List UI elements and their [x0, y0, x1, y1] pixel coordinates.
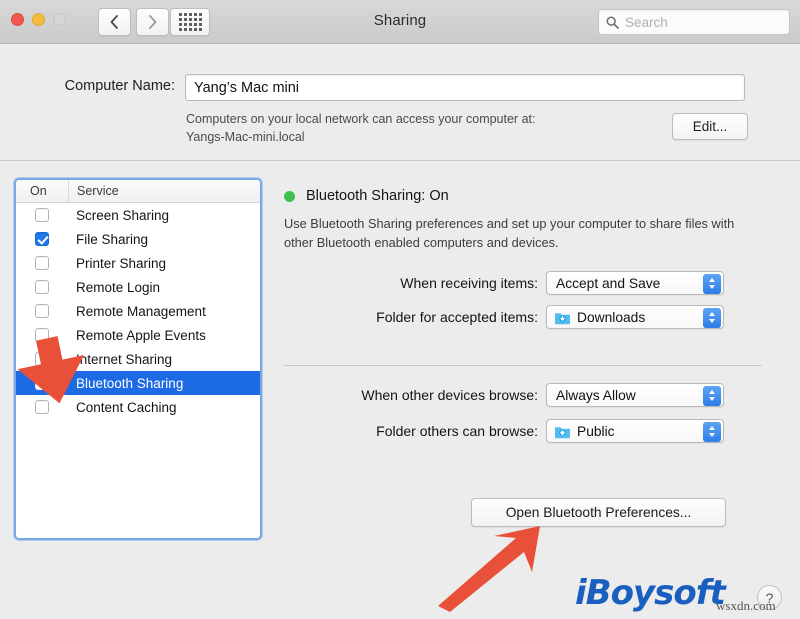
service-row[interactable]: Printer Sharing: [16, 251, 260, 275]
computer-name-help-line2: Yangs-Mac-mini.local: [186, 130, 305, 145]
detail-field-value: Accept and Save: [556, 275, 661, 291]
computer-name-row: Computer Name:: [0, 74, 800, 102]
detail-field-popup[interactable]: Accept and Save: [546, 271, 724, 295]
folder-public-icon: [555, 426, 570, 438]
status-indicator-icon: [284, 190, 295, 202]
checkbox-unchecked-icon[interactable]: [35, 280, 49, 294]
detail-field-value: Public: [577, 423, 615, 439]
detail-field-label: When receiving items:: [400, 275, 538, 291]
detail-field-popup[interactable]: Downloads: [546, 305, 724, 329]
service-status: Bluetooth Sharing: On: [284, 188, 449, 204]
edit-computer-name-button[interactable]: Edit...: [672, 113, 748, 140]
popup-stepper-icon[interactable]: [703, 273, 721, 294]
checkbox-checked-icon[interactable]: [35, 232, 49, 246]
chevron-down-icon: [709, 397, 715, 401]
logo-text-rest: Boysoft: [585, 573, 726, 613]
sharing-preferences-window: Sharing Computer Name: Computers on your…: [0, 0, 800, 619]
search-input[interactable]: [625, 14, 775, 30]
checkbox-unchecked-icon[interactable]: [35, 256, 49, 270]
service-description: Use Bluetooth Sharing preferences and se…: [284, 216, 735, 250]
computer-name-help: Computers on your local network can acce…: [186, 110, 656, 146]
iboysoft-logo: iBoysoft: [575, 573, 726, 613]
column-header-on: On: [30, 184, 47, 198]
column-header-service: Service: [68, 180, 260, 202]
chevron-up-icon: [709, 426, 715, 430]
detail-separator: [284, 365, 762, 366]
chevron-up-icon: [709, 390, 715, 394]
chevron-down-icon: [709, 285, 715, 289]
logo-text-i: i: [575, 573, 587, 613]
chevron-down-icon: [709, 319, 715, 323]
chevron-up-icon: [709, 278, 715, 282]
popup-stepper-icon[interactable]: [703, 421, 721, 442]
service-checkbox-cell[interactable]: [16, 208, 68, 222]
annotation-arrow-to-list: [12, 336, 85, 404]
service-row-label: File Sharing: [76, 231, 149, 247]
service-row[interactable]: Remote Login: [16, 275, 260, 299]
service-row-label: Remote Management: [76, 303, 206, 319]
service-list-header: On Service: [16, 180, 260, 203]
folder-download-icon: [555, 312, 570, 324]
detail-field-label: When other devices browse:: [361, 387, 538, 403]
service-row-label: Remote Login: [76, 279, 161, 295]
popup-stepper-icon[interactable]: [703, 307, 721, 328]
service-row-label: Screen Sharing: [76, 207, 170, 223]
service-checkbox-cell[interactable]: [16, 280, 68, 294]
computer-name-label: Computer Name:: [64, 78, 175, 94]
chevron-up-icon: [709, 312, 715, 316]
detail-field-popup[interactable]: Always Allow: [546, 383, 724, 407]
annotation-arrow-to-button: [438, 526, 540, 612]
detail-field-popup[interactable]: Public: [546, 419, 724, 443]
computer-name-field[interactable]: [185, 74, 745, 101]
service-row[interactable]: Remote Management: [16, 299, 260, 323]
popup-stepper-icon[interactable]: [703, 385, 721, 406]
window-titlebar: Sharing: [0, 0, 800, 44]
detail-field-label: Folder others can browse:: [376, 423, 538, 439]
checkbox-unchecked-icon[interactable]: [35, 304, 49, 318]
service-checkbox-cell[interactable]: [16, 304, 68, 318]
detail-field-label: Folder for accepted items:: [376, 309, 538, 325]
checkbox-unchecked-icon[interactable]: [35, 208, 49, 222]
detail-field-value: Downloads: [577, 309, 646, 325]
service-row[interactable]: File Sharing: [16, 227, 260, 251]
chevron-down-icon: [709, 433, 715, 437]
service-checkbox-cell[interactable]: [16, 232, 68, 246]
status-label: Bluetooth Sharing: On: [306, 188, 449, 204]
site-watermark: wsxdn.com: [716, 598, 776, 613]
service-row[interactable]: Screen Sharing: [16, 203, 260, 227]
computer-name-help-line1: Computers on your local network can acce…: [186, 112, 536, 126]
header-separator: [0, 160, 800, 161]
search-icon: [606, 16, 619, 29]
service-checkbox-cell[interactable]: [16, 256, 68, 270]
computer-name-input[interactable]: [186, 75, 744, 100]
search-field[interactable]: [598, 9, 790, 35]
service-row-label: Printer Sharing: [76, 255, 167, 271]
detail-field-value: Always Allow: [556, 387, 636, 403]
